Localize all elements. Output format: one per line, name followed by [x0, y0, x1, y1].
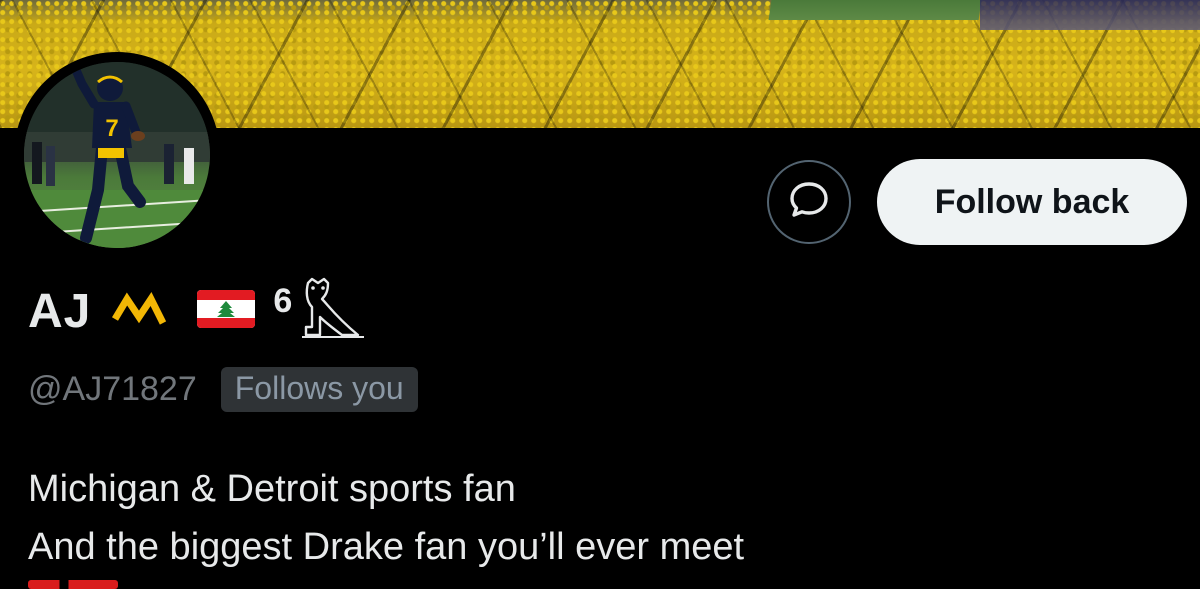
six-god-text: 6	[273, 282, 293, 320]
follows-you-badge: Follows you	[220, 366, 418, 412]
avatar[interactable]: 7	[14, 52, 220, 258]
follow-back-label: Follow back	[934, 182, 1130, 221]
banner-crowd	[980, 0, 1200, 30]
lebanon-flag-icon	[197, 289, 256, 333]
ovo-owl-icon	[298, 277, 368, 346]
bio-emoji-cutoff	[28, 580, 118, 589]
profile-bio: Michigan & Detroit sports fan And the bi…	[28, 460, 744, 576]
bio-line: And the biggest Drake fan you’ll ever me…	[28, 526, 745, 568]
display-name: AJ	[28, 284, 92, 338]
message-button[interactable]	[767, 160, 851, 244]
svg-text:7: 7	[105, 115, 118, 142]
avatar-photo: 7	[24, 62, 210, 248]
maize-m-logo-icon	[111, 289, 171, 334]
banner-field	[768, 0, 982, 20]
handle-row: @AJ71827 Follows you	[28, 364, 418, 414]
display-name-row: AJ 6	[28, 276, 368, 346]
username-handle: @AJ71827	[28, 369, 197, 408]
follow-back-button[interactable]: Follow back	[877, 159, 1187, 245]
message-bubble-icon	[787, 178, 831, 227]
bio-line: Michigan & Detroit sports fan	[28, 468, 516, 510]
